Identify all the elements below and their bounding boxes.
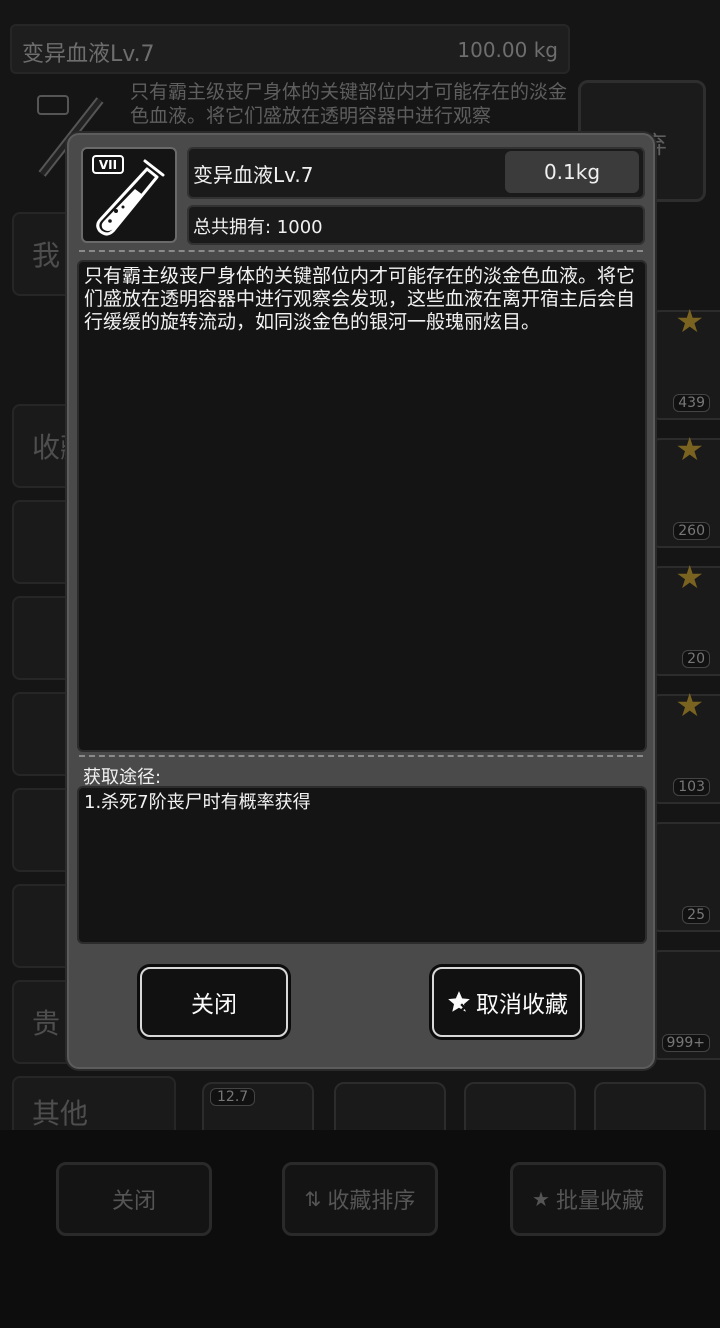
unfavorite-button-label: 取消收藏 xyxy=(476,992,568,1018)
item-name: 变异血液Lv.7 xyxy=(193,163,314,187)
bg-batch-favorite-button[interactable]: ★ 批量收藏 xyxy=(510,1162,666,1236)
item-owned-bar: 总共拥有: 1000 xyxy=(187,205,645,245)
bg-item-name: 变异血液Lv.7 xyxy=(22,42,155,67)
bg-slot-count: 260 xyxy=(673,522,710,540)
star-icon: ★ xyxy=(532,1187,550,1211)
close-button[interactable]: 关闭 xyxy=(140,967,288,1037)
bg-star-icon: ★ xyxy=(675,686,704,724)
item-name-bar: 变异血液Lv.7 0.1kg xyxy=(187,147,645,199)
unfavorite-button[interactable]: 取消收藏 xyxy=(432,967,582,1037)
item-weight: 0.1kg xyxy=(505,151,639,193)
bg-inventory-slot[interactable]: ★ 20 xyxy=(650,558,720,676)
bg-sort-button[interactable]: ⇅ 收藏排序 xyxy=(282,1162,438,1236)
bg-inventory-slot[interactable]: ★ 103 xyxy=(650,686,720,804)
bg-inventory-slot[interactable]: ★ 260 xyxy=(650,430,720,548)
item-owned-count: 总共拥有: 1000 xyxy=(193,217,323,238)
divider xyxy=(79,250,643,252)
bg-item-weight: 100.00 kg xyxy=(457,38,558,62)
close-button-label: 关闭 xyxy=(191,992,237,1018)
sort-icon: ⇅ xyxy=(304,1187,322,1211)
bg-slot-count: 25 xyxy=(682,906,710,924)
bg-inventory-slot[interactable]: ★ 439 xyxy=(650,302,720,420)
bg-slot-count: 103 xyxy=(673,778,710,796)
bg-star-icon: ★ xyxy=(675,430,704,468)
bg-slot-count: 999+ xyxy=(661,1034,710,1052)
bg-inventory-slot[interactable]: 25 xyxy=(650,822,720,932)
bg-slot-tag: 12.7 xyxy=(210,1088,256,1106)
test-tube-icon: VII xyxy=(92,155,165,236)
icon-level-badge: VII xyxy=(99,158,117,172)
bg-inventory-slot[interactable]: 999+ xyxy=(650,950,720,1060)
bg-star-icon: ★ xyxy=(675,558,704,596)
bg-star-icon: ★ xyxy=(675,302,704,340)
source-text: 1.杀死7阶丧尸时有概率获得 xyxy=(84,792,311,813)
item-description: 只有霸主级丧尸身体的关键部位内才可能存在的淡金色血液。将它们盛放在透明容器中进行… xyxy=(84,265,636,333)
bg-close-button[interactable]: 关闭 xyxy=(56,1162,212,1236)
star-icon xyxy=(448,991,470,1012)
bg-item-header: 变异血液Lv.7 100.00 kg xyxy=(10,24,570,74)
bg-item-description: 只有霸主级丧尸身体的关键部位内才可能存在的淡金色血液。将它们盛放在透明容器中进行… xyxy=(130,81,568,127)
bg-slot-count: 20 xyxy=(682,650,710,668)
item-icon-frame: VII xyxy=(81,147,177,243)
divider xyxy=(79,755,643,757)
source-box: 1.杀死7阶丧尸时有概率获得 xyxy=(77,786,647,944)
bg-slot-count: 439 xyxy=(673,394,710,412)
item-detail-modal: VII 变异血液Lv.7 0.1kg 总共拥有: 1000 只有霸主级丧尸身体的… xyxy=(67,133,655,1069)
item-description-box: 只有霸主级丧尸身体的关键部位内才可能存在的淡金色血液。将它们盛放在透明容器中进行… xyxy=(77,260,647,752)
